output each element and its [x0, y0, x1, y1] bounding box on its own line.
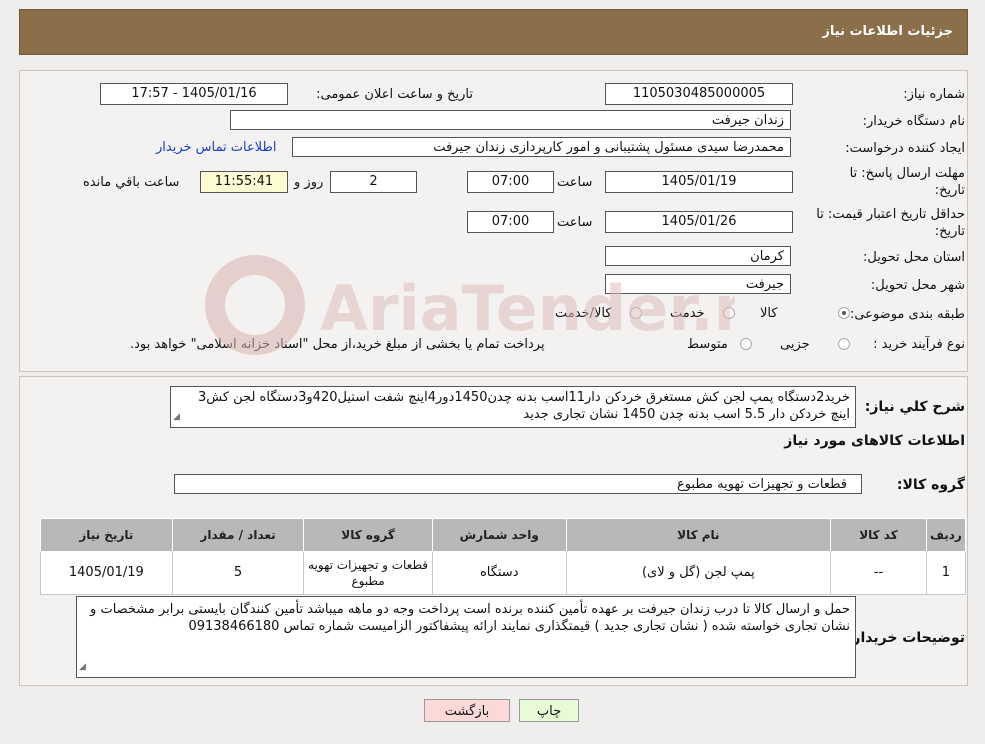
remaining-time-field: 11:55:41	[200, 171, 288, 193]
buyer-org-field: زندان جیرفت	[230, 110, 791, 130]
cell-row: 1	[925, 551, 967, 595]
announce-field: 1405/01/16 - 17:57	[100, 83, 288, 105]
price-valid-label: حداقل تاریخ اعتبار قیمت: تا	[816, 207, 965, 222]
page-header: جزئیات اطلاعات نیاز	[19, 9, 968, 55]
price-valid-time-field: 07:00	[467, 211, 554, 233]
purchase-option-minor: جزیی	[780, 337, 810, 352]
description-label: شرح کلي نياز:	[864, 399, 965, 415]
goods-table: ردیف کد کالا نام کالا واحد شمارش گروه کا…	[40, 518, 967, 595]
remaining-time-label: ساعت باقي مانده	[83, 175, 180, 190]
category-radio-goods[interactable]	[838, 307, 850, 319]
goods-section-title: اطلاعات کالاهای مورد نیاز	[784, 433, 965, 449]
print-button[interactable]: چاپ	[519, 699, 579, 722]
cell-date: 1405/01/19	[40, 551, 173, 595]
col-row: ردیف	[925, 518, 967, 552]
purchase-type-label: نوع فرآیند خرید :	[873, 337, 965, 352]
buyer-notes-label: توضیحات خریدار:	[846, 630, 965, 646]
price-valid-time-label: ساعت	[557, 215, 593, 230]
need-number-label: شماره نیاز:	[903, 87, 965, 102]
resize-grip-icon[interactable]: ◢	[173, 409, 180, 426]
days-label: روز و	[294, 175, 324, 190]
back-button[interactable]: بازگشت	[424, 699, 510, 722]
reply-deadline-label: مهلت ارسال پاسخ: تا	[849, 166, 965, 181]
category-label: طبقه بندی موضوعی:	[849, 307, 965, 322]
reply-time-label: ساعت	[557, 175, 593, 190]
cell-name: پمپ لجن (گل و لای)	[565, 551, 832, 595]
page-title: جزئیات اطلاعات نیاز	[822, 24, 953, 39]
goods-table-header: ردیف کد کالا نام کالا واحد شمارش گروه کا…	[40, 518, 967, 552]
price-valid-date-field: 1405/01/26	[605, 211, 793, 233]
province-label: استان محل تحویل:	[863, 250, 965, 265]
watermark-text: AriaTender.neT	[320, 272, 735, 345]
requester-field: محمدرضا سیدی مسئول پشتیبانی و امور کارپر…	[292, 137, 791, 157]
buyer-notes-text: حمل و ارسال کالا تا درب زندان جیرفت بر ع…	[90, 602, 850, 634]
cell-unit: دستگاه	[431, 551, 567, 595]
cell-qty: 5	[171, 551, 305, 595]
buyer-org-label: نام دستگاه خریدار:	[862, 114, 965, 129]
col-date: تاریخ نیاز	[40, 518, 173, 552]
watermark-logo: AriaTender.neT	[205, 255, 735, 355]
purchase-radio-medium[interactable]	[740, 338, 752, 350]
price-valid-label-2: تاریخ:	[934, 224, 965, 239]
need-number-field: 1105030485000005	[605, 83, 793, 105]
col-code: کد کالا	[830, 518, 927, 552]
buyer-notes-textarea[interactable]: حمل و ارسال کالا تا درب زندان جیرفت بر ع…	[76, 596, 856, 678]
buyer-contact-link[interactable]: اطلاعات تماس خریدار	[156, 140, 276, 155]
table-row: 1 -- پمپ لجن (گل و لای) دستگاه قطعات و ت…	[40, 551, 967, 595]
category-option-goods: کالا	[760, 306, 778, 321]
goods-group-label: گروه کالا:	[896, 477, 965, 493]
resize-grip-icon[interactable]: ◢	[79, 659, 86, 676]
col-group: گروه کالا	[303, 518, 433, 552]
reply-time-field: 07:00	[467, 171, 554, 193]
goods-group-field: قطعات و تجهیزات تهویه مطبوع	[174, 474, 862, 494]
requester-label: ایجاد کننده درخواست:	[845, 141, 965, 156]
purchase-radio-minor[interactable]	[838, 338, 850, 350]
col-name: نام کالا	[565, 518, 832, 552]
description-textarea[interactable]: خرید2دستگاه پمپ لجن کش مستغرق خردکن دار1…	[170, 386, 856, 428]
days-remaining-field: 2	[330, 171, 417, 193]
cell-group: قطعات و تجهیزات تهویه مطبوع	[303, 551, 433, 595]
announce-label: تاریخ و ساعت اعلان عمومی:	[316, 87, 473, 102]
reply-deadline-label-2: تاریخ:	[934, 183, 965, 198]
col-qty: تعداد / مقدار	[171, 518, 305, 552]
cell-code: --	[830, 551, 927, 595]
col-unit: واحد شمارش	[431, 518, 567, 552]
city-label: شهر محل تحویل:	[870, 278, 965, 293]
description-text: خرید2دستگاه پمپ لجن کش مستغرق خردکن دار1…	[197, 390, 850, 422]
reply-date-field: 1405/01/19	[605, 171, 793, 193]
